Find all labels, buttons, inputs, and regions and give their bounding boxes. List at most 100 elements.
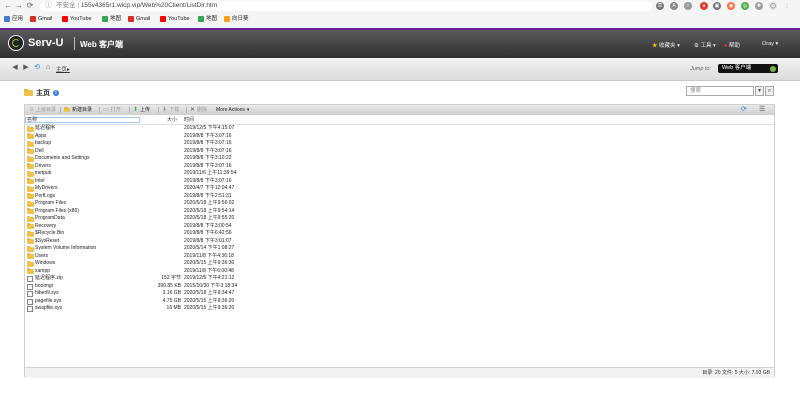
bookmark-item[interactable]: YouTube <box>160 13 190 25</box>
table-row[interactable]: swapfile.sys 16 MB 2020/5/15 上午9:36:20 <box>25 305 774 313</box>
table-row[interactable]: Dell 2019/8/8 下午3:07:16 <box>25 148 774 156</box>
file-name: Intel <box>35 177 45 184</box>
jump-to-select[interactable]: Web 客户端 <box>718 64 778 73</box>
search-input[interactable]: 搜索 <box>686 86 754 96</box>
bookmark-item[interactable]: 地图 <box>102 13 121 25</box>
bookmark-item[interactable]: 向日葵 <box>224 13 249 25</box>
back-arrow-icon[interactable]: ◀ <box>11 64 19 72</box>
file-name: $SysReset <box>35 237 60 244</box>
table-row[interactable]: Documents and Settings 2019/8/8 下午3:10:22 <box>25 155 774 163</box>
search-dropdown-icon[interactable]: ▾ <box>755 86 764 96</box>
refresh-icon[interactable]: ⟳ <box>741 106 747 114</box>
status-text: 目录: 20 文件: 5 大小: 7.93 GB <box>702 370 770 376</box>
table-row[interactable]: PerfLogs 2019/8/8 下午2:51:31 <box>25 193 774 201</box>
table-row[interactable]: xampp 2019/11/8 下午6:00:48 <box>25 268 774 276</box>
file-name: swapfile.sys <box>35 305 62 311</box>
favorites-menu[interactable]: ★ 收藏夹 ▾ <box>652 41 680 49</box>
bookmark-label: 应用 <box>12 16 24 22</box>
table-row[interactable]: 延迟程序 2019/12/5 下午4:15:07 <box>25 125 774 133</box>
up-dir-button[interactable]: ⇧ 上级目录 <box>29 105 56 115</box>
more-actions-button[interactable]: More Actions ▾ <box>216 105 249 115</box>
table-row[interactable]: Program Files (x86) 2020/5/18 上午9:54:14 <box>25 208 774 216</box>
bookmark-item[interactable]: 地图 <box>198 13 217 25</box>
breadcrumb-home[interactable]: 主页▸ <box>56 65 70 73</box>
table-row[interactable]: System Volume Information 2020/5/14 下午1:0… <box>25 245 774 253</box>
forward-arrow-icon[interactable]: ▶ <box>22 64 30 72</box>
table-row[interactable]: Program Files 2020/5/18 上午9:56:02 <box>25 200 774 208</box>
user-menu[interactable]: Oray ▾ <box>762 41 778 47</box>
extension-icon-3[interactable]: ◉ <box>727 2 735 10</box>
file-time: 2019/8/8 下午3:01:07 <box>184 237 232 244</box>
bookmark-item[interactable]: YouTube <box>62 13 92 25</box>
reload-icon[interactable]: ⟳ <box>25 1 35 11</box>
translate-icon[interactable]: A <box>670 2 678 10</box>
insecure-label: 不安全 <box>56 2 76 9</box>
col-time[interactable]: 时间 <box>184 117 194 124</box>
open-icon: ▭ <box>103 107 109 113</box>
forward-icon[interactable]: → <box>14 1 24 11</box>
folder-icon <box>27 178 34 184</box>
open-button[interactable]: ▭ 打开 <box>103 105 121 115</box>
back-icon[interactable]: ← <box>3 1 13 11</box>
table-row[interactable]: 延迟程序.zip 152 字节 2019/12/5 下午4:21:12 <box>25 275 774 283</box>
col-name[interactable]: 名称 <box>27 117 37 124</box>
file-toolbar: ⇧ 上级目录 新建目录 ▭ 打开 ⬆ 上传 ⬇ 下载 ✕ 删除 More Actions ▾… <box>25 105 774 115</box>
bookmark-label: 地图 <box>206 16 218 22</box>
table-row[interactable]: Apps 2019/8/8 下午3:07:16 <box>25 133 774 141</box>
table-row[interactable]: hiberfil.sys 3.16 GB 2020/5/18 上午9:34:47 <box>25 290 774 298</box>
folder-icon <box>27 193 34 199</box>
table-row[interactable]: $SysReset 2019/8/8 下午3:01:07 <box>25 238 774 246</box>
refresh-icon[interactable]: ⟲ <box>33 64 41 72</box>
bookmark-item[interactable]: Gmail <box>128 13 150 25</box>
view-options-icon[interactable]: ☰ <box>759 106 765 114</box>
servu-logo-icon <box>8 35 24 51</box>
tools-menu[interactable]: ⚙ 工具 ▾ <box>694 41 716 49</box>
file-time: 2020/5/14 下午1:08:27 <box>184 245 235 251</box>
new-dir-button[interactable]: 新建目录 <box>64 105 92 115</box>
bookmark-label: Gmail <box>38 16 53 22</box>
file-time: 2019/8/8 下午6:42:56 <box>184 230 232 236</box>
home-icon[interactable]: ⌂ <box>44 64 52 72</box>
delete-button[interactable]: ✕ 删除 <box>190 105 207 115</box>
col-size[interactable]: 大小 <box>167 117 177 124</box>
help-menu[interactable]: ● 帮助 <box>724 41 740 49</box>
info-icon[interactable]: ⓘ <box>45 1 52 11</box>
table-row[interactable]: pagefile.sys 4.75 GB 2020/5/15 上午9:36:20 <box>25 298 774 306</box>
upload-button[interactable]: ⬆ 上传 <box>133 105 150 115</box>
bookmark-item[interactable]: 应用 <box>4 13 23 25</box>
table-row[interactable]: bootmgr 390.85 KB 2015/10/30 下午3:18:34 <box>25 283 774 291</box>
star-icon[interactable]: ☆ <box>684 2 692 10</box>
chrome-icon[interactable]: ◎ <box>741 2 749 10</box>
menu-icon[interactable]: ⋮ <box>783 2 791 10</box>
folder-icon <box>27 253 34 259</box>
table-row[interactable]: Windows 2020/5/15 上午9:36:30 <box>25 260 774 268</box>
info-icon[interactable]: i <box>53 90 59 96</box>
table-row[interactable]: Users 2019/11/8 下午4:36:18 <box>25 253 774 261</box>
favorites-label: 收藏夹 <box>659 43 676 49</box>
key-icon[interactable]: ⚿ <box>656 2 664 10</box>
table-row[interactable]: MyDrivers 2020/4/7 下午12:04:47 <box>25 185 774 193</box>
search-icon[interactable]: ⌕ <box>765 86 774 96</box>
delete-label: 删除 <box>197 107 208 113</box>
download-icon: ⬇ <box>162 107 168 113</box>
bookmark-item[interactable]: Gmail <box>30 13 52 25</box>
puzzle-icon[interactable]: ✚ <box>755 2 763 10</box>
download-button[interactable]: ⬇ 下载 <box>162 105 179 115</box>
table-row[interactable]: inetpub 2019/11/6 上午11:39:54 <box>25 170 774 178</box>
profile-icon[interactable]: ◯ <box>769 2 777 10</box>
table-row[interactable]: $Recycle.Bin 2019/8/8 下午6:42:56 <box>25 230 774 238</box>
table-row[interactable]: Intel 2019/8/8 下午3:07:16 <box>25 178 774 186</box>
table-row[interactable]: ProgramData 2020/5/18 上午9:55:20 <box>25 215 774 223</box>
table-row[interactable]: Drivers 2019/8/8 下午3:07:16 <box>25 163 774 171</box>
extension-icon-2[interactable]: ▣ <box>713 2 721 10</box>
file-name: bootmgr <box>35 282 54 289</box>
tools-icon: ⚙ <box>694 43 699 49</box>
file-icon <box>27 298 33 305</box>
address-bar[interactable]: ⓘ 不安全 | 155v4365r1.wicp.vip/Web%20Client… <box>40 1 652 11</box>
file-size: 16 MB <box>166 305 181 311</box>
extension-icon[interactable]: ● <box>700 2 708 10</box>
maps-icon <box>198 16 204 22</box>
folder-icon <box>27 125 34 132</box>
table-row[interactable]: backup 2019/8/8 下午3:07:16 <box>25 140 774 148</box>
table-row[interactable]: Recovery 2019/8/8 下午3:00:54 <box>25 223 774 231</box>
